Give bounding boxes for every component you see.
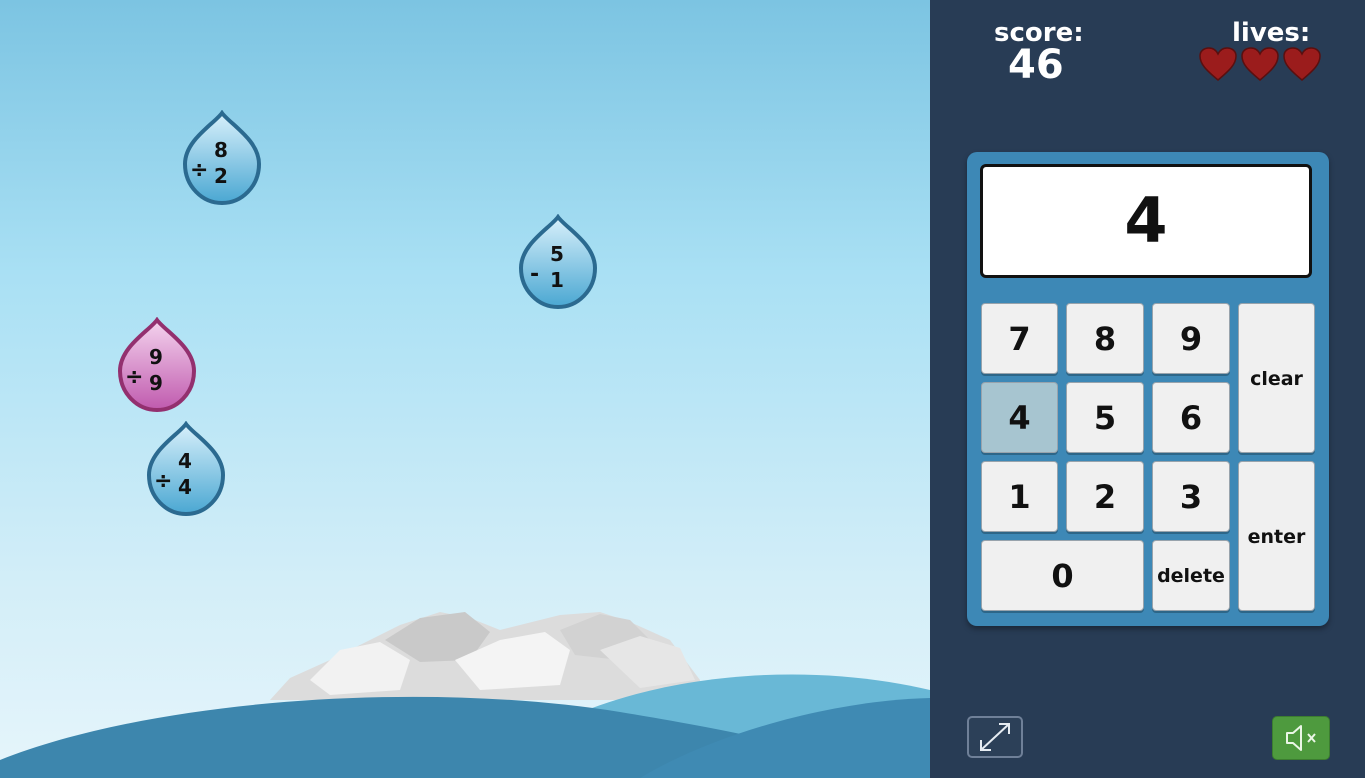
drop-operator: ÷	[154, 469, 173, 494]
enter-button[interactable]: enter	[1238, 461, 1315, 611]
key-3[interactable]: 3	[1152, 461, 1230, 532]
math-drop-highlighted: ÷ 9 9	[117, 317, 197, 413]
key-0[interactable]: 0	[981, 540, 1144, 611]
expand-arrows-icon	[980, 723, 1010, 751]
lives-label: lives:	[1232, 18, 1311, 48]
key-8[interactable]: 8	[1066, 303, 1144, 374]
key-1[interactable]: 1	[981, 461, 1058, 532]
key-5[interactable]: 5	[1066, 382, 1144, 453]
key-9[interactable]: 9	[1152, 303, 1230, 374]
fullscreen-button[interactable]	[967, 716, 1023, 758]
sound-toggle-button[interactable]	[1272, 716, 1330, 760]
score-value: 46	[1008, 42, 1064, 88]
game-area: ÷ 8 2 - 5 1 ÷ 9 9 ÷ 4 4	[0, 0, 930, 778]
drop-top-number: 9	[149, 345, 163, 369]
math-drop: ÷ 4 4	[146, 421, 226, 517]
key-4[interactable]: 4	[981, 382, 1058, 453]
math-drop: ÷ 8 2	[182, 110, 262, 206]
drop-top-number: 4	[178, 449, 192, 473]
drop-top-number: 5	[550, 242, 564, 266]
answer-display: 4	[980, 164, 1312, 278]
drop-bottom-number: 1	[550, 268, 564, 292]
drop-operator: ÷	[190, 158, 209, 183]
drop-operator: ÷	[125, 365, 144, 390]
heart-icon	[1282, 46, 1322, 82]
key-7[interactable]: 7	[981, 303, 1058, 374]
drop-bottom-number: 4	[178, 475, 192, 499]
rocks	[270, 612, 700, 700]
drop-operator: -	[530, 262, 540, 287]
key-2[interactable]: 2	[1066, 461, 1144, 532]
heart-icon	[1240, 46, 1280, 82]
drop-bottom-number: 9	[149, 371, 163, 395]
calculator: 4 7 8 9 clear 4 5 6 1 2 3 enter 0 delete	[967, 152, 1329, 626]
math-drop: - 5 1	[518, 214, 598, 310]
drop-bottom-number: 2	[214, 164, 228, 188]
drop-top-number: 8	[214, 138, 228, 162]
clear-button[interactable]: clear	[1238, 303, 1315, 453]
heart-icon	[1198, 46, 1238, 82]
control-panel: score: 46 lives: 4 7 8 9 clear 4 5 6 1 2…	[930, 0, 1365, 778]
key-6[interactable]: 6	[1152, 382, 1230, 453]
speaker-muted-icon	[1286, 725, 1316, 751]
delete-button[interactable]: delete	[1152, 540, 1230, 611]
